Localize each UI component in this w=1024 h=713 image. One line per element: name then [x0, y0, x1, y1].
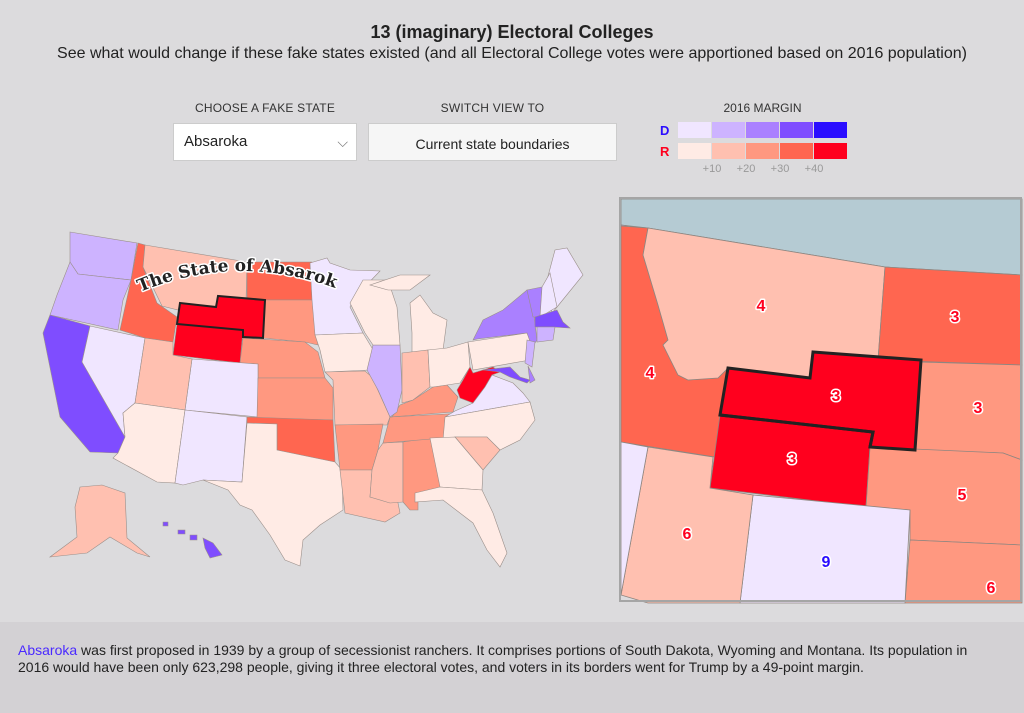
electoral-votes-label: 6	[987, 580, 996, 597]
state-hi[interactable]	[202, 537, 223, 559]
state-sd[interactable]	[262, 299, 319, 346]
legend-swatch-d5	[814, 122, 847, 138]
electoral-votes-label: 9	[822, 554, 831, 571]
zoomed-inset-map: 4 3 4 3 3 3 5 6 9 6	[619, 197, 1023, 604]
state-description: Absaroka was first proposed in 1939 by a…	[18, 642, 998, 676]
description-text: was first proposed in 1939 by a group of…	[18, 642, 968, 675]
state-ct[interactable]	[536, 326, 556, 343]
legend-swatch-r5	[814, 143, 847, 159]
state-hi[interactable]	[189, 534, 198, 541]
state-hi[interactable]	[177, 529, 186, 535]
inset-kansas	[904, 539, 1023, 604]
legend-swatch-r1	[678, 143, 711, 159]
legend-r-label: R	[660, 143, 670, 159]
legend-swatch-d3	[746, 122, 779, 138]
legend-swatch-d2	[712, 122, 745, 138]
electoral-votes-label: 3	[788, 451, 797, 468]
legend-row-r: R	[660, 143, 848, 159]
state-nj[interactable]	[524, 339, 536, 368]
legend-d-label: D	[660, 122, 670, 138]
state-hi[interactable]	[162, 521, 169, 527]
electoral-votes-label: 5	[958, 487, 967, 504]
state-fl[interactable]	[414, 486, 508, 568]
state-az[interactable]	[112, 402, 186, 484]
state-ia[interactable]	[314, 332, 376, 373]
legend-swatch-r4	[780, 143, 813, 159]
electoral-votes-label: 3	[951, 309, 960, 326]
state-ks[interactable]	[256, 377, 334, 421]
legend-row-d: D	[660, 122, 848, 138]
legend-tick: +30	[770, 163, 790, 175]
legend-tick: +10	[702, 163, 722, 175]
legend-swatch-d4	[780, 122, 813, 138]
state-mi[interactable]	[368, 274, 431, 291]
state-mi[interactable]	[409, 294, 448, 353]
state-co[interactable]	[184, 358, 259, 418]
electoral-votes-label: 3	[832, 388, 841, 405]
legend-swatch-d1	[678, 122, 711, 138]
electoral-votes-label: 6	[683, 526, 692, 543]
electoral-votes-label: 4	[646, 365, 655, 382]
state-ak[interactable]	[48, 484, 151, 558]
state-nm[interactable]	[174, 409, 248, 486]
inset-colorado	[739, 494, 911, 604]
legend-ticks: +10 +20 +30 +40	[678, 163, 847, 177]
state-name-link[interactable]: Absaroka	[18, 642, 77, 658]
legend-tick: +40	[804, 163, 824, 175]
us-map[interactable]: The State of Absaroka	[0, 0, 610, 620]
legend-tick: +20	[736, 163, 756, 175]
legend-title: 2016 MARGIN	[723, 101, 802, 115]
legend-swatch-r3	[746, 143, 779, 159]
legend-swatch-r2	[712, 143, 745, 159]
electoral-votes-label: 4	[757, 298, 766, 315]
electoral-votes-label: 3	[974, 400, 983, 417]
inset-south-dakota	[914, 361, 1023, 461]
state-wa[interactable]	[69, 231, 138, 281]
